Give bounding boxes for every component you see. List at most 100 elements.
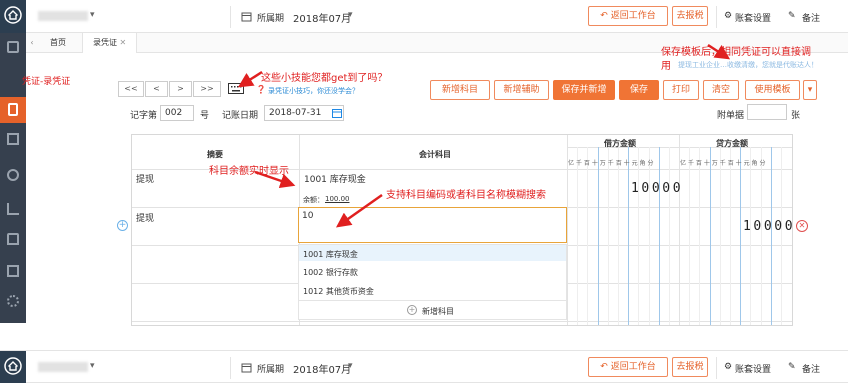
template-dropdown-icon[interactable]: ▾ xyxy=(803,80,817,100)
home-button[interactable] xyxy=(0,351,26,383)
save-button[interactable]: 保存 xyxy=(619,80,659,100)
digit-divider xyxy=(709,147,711,325)
breadcrumb: 凭证-录凭证 xyxy=(22,77,71,87)
chevron-down-icon[interactable]: ▾ xyxy=(348,10,353,20)
add-account-button[interactable]: 新增科目 xyxy=(430,80,490,100)
digit-divider xyxy=(618,147,619,325)
go-tax-button[interactable]: 去报税 xyxy=(672,357,708,377)
chevron-down-icon[interactable]: ▾ xyxy=(348,361,353,371)
back-to-workbench-button[interactable]: ↶ 返回工作台 xyxy=(588,357,668,377)
clear-button[interactable]: 清空 xyxy=(703,80,739,100)
save-and-new-button[interactable]: 保存并新增 xyxy=(553,80,615,100)
settings-icon[interactable] xyxy=(7,295,19,307)
keyboard-icon[interactable] xyxy=(228,83,244,94)
voucher-number-input[interactable]: 002 xyxy=(160,105,194,121)
add-circle-icon: + xyxy=(407,305,417,315)
attach-suffix: 张 xyxy=(791,111,801,121)
back-to-workbench-button[interactable]: ↶ 返回工作台 xyxy=(588,6,668,26)
digit-divider xyxy=(760,147,762,325)
digit-divider xyxy=(577,147,579,325)
template-annotation: 保存模板后，相同凭证可以直接调 xyxy=(661,47,811,58)
close-icon[interactable]: ✕ xyxy=(120,38,127,47)
clock-icon[interactable] xyxy=(7,169,19,181)
back-icon: ↶ xyxy=(600,11,611,21)
calendar-icon xyxy=(241,363,252,373)
dropdown-item[interactable]: 1001 库存现金 xyxy=(303,249,358,260)
wallet-icon[interactable] xyxy=(7,233,19,245)
dropdown-item[interactable]: 1012 其他货币资金 xyxy=(303,286,374,297)
row1-account[interactable]: 1001 库存现金 xyxy=(304,172,366,185)
tab-scroll-left-icon[interactable]: ‹ xyxy=(26,33,38,53)
gear-icon: ⚙ xyxy=(724,11,733,21)
tab-home[interactable]: 首页 xyxy=(40,33,76,53)
note-icon: ✎ xyxy=(788,11,796,21)
help-icon: ❓ xyxy=(256,85,266,94)
attach-label: 附单据 xyxy=(717,111,745,121)
digit-divider xyxy=(699,147,701,325)
add-aux-button[interactable]: 新增辅助 xyxy=(494,80,549,100)
account-settings-link[interactable]: 账套设置 xyxy=(735,362,771,375)
building-icon[interactable] xyxy=(7,265,19,277)
sidebar-item-voucher[interactable] xyxy=(0,97,26,123)
row2-summary[interactable]: 提现 xyxy=(136,211,154,224)
calendar-icon[interactable] xyxy=(332,108,342,118)
digit-divider xyxy=(648,147,650,325)
use-template-button[interactable]: 使用模板 xyxy=(745,80,800,100)
dashboard-icon[interactable] xyxy=(7,41,19,53)
gear-icon: ⚙ xyxy=(724,362,733,372)
period-select[interactable]: 2018年07月 xyxy=(293,10,351,25)
row1-debit[interactable]: 10000 xyxy=(631,181,683,196)
digit-divider xyxy=(770,147,772,325)
dropdown-item[interactable]: 1002 银行存款 xyxy=(303,267,358,278)
print-button[interactable]: 打印 xyxy=(663,80,699,100)
company-name-blurred xyxy=(38,362,88,372)
home-icon xyxy=(4,357,22,375)
delete-row-icon[interactable]: ✕ xyxy=(796,220,808,232)
digit-divider xyxy=(730,147,731,325)
row1-summary[interactable]: 提现 xyxy=(136,172,154,185)
period-label: 所属期 xyxy=(257,14,285,24)
number-suffix: 号 xyxy=(200,111,210,121)
digit-divider xyxy=(628,147,630,325)
go-tax-button[interactable]: 去报税 xyxy=(672,6,708,26)
digit-divider xyxy=(638,147,640,325)
add-row-icon[interactable]: + xyxy=(117,220,128,231)
row2-credit[interactable]: 10000 xyxy=(743,219,795,234)
back-icon: ↶ xyxy=(600,362,611,372)
home-button[interactable] xyxy=(0,0,26,33)
dropdown-add-account[interactable]: + 新增科目 xyxy=(299,300,566,319)
word-label: 记字第 xyxy=(130,111,158,121)
top-bar-duplicate: ▾ 所属期 2018年07月 ▾ ↶ 返回工作台 去报税 ⚙ 账套设置 ✎ 备注 xyxy=(0,350,848,383)
last-voucher-button[interactable]: >> xyxy=(193,81,221,97)
calendar-icon xyxy=(241,12,252,22)
digit-divider xyxy=(689,147,691,325)
digit-divider xyxy=(587,147,589,325)
digit-divider xyxy=(781,147,782,325)
chevron-down-icon[interactable]: ▾ xyxy=(90,361,95,371)
digit-divider xyxy=(740,147,742,325)
attachment-count-input[interactable] xyxy=(747,104,787,120)
account-search-input[interactable]: 10 xyxy=(298,207,567,243)
notes-link[interactable]: 备注 xyxy=(802,362,820,375)
row1-balance-label: 余额： xyxy=(303,196,324,204)
first-voucher-button[interactable]: << xyxy=(118,81,144,97)
period-select[interactable]: 2018年07月 xyxy=(293,361,351,376)
note-icon: ✎ xyxy=(788,362,796,372)
tips-link[interactable]: 录凭证小技巧，你还没学会？ xyxy=(268,86,359,96)
voucher-icon xyxy=(8,103,18,116)
account-dropdown: 1001 库存现金 1002 银行存款 1012 其他货币资金 + 新增科目 xyxy=(298,244,567,320)
digit-divider xyxy=(719,147,721,325)
account-header: 会计科目 xyxy=(419,150,451,159)
account-settings-link[interactable]: 账套设置 xyxy=(735,11,771,24)
chevron-down-icon[interactable]: ▾ xyxy=(90,10,95,20)
report-chart-icon[interactable] xyxy=(7,203,19,215)
next-voucher-button[interactable]: > xyxy=(169,81,192,97)
keyboard-tips-annotation: 这些小技能您都get到了吗？ xyxy=(261,73,388,84)
faint-banner-text: 提现工业企业…收缴清缴，您就是代账达人！ xyxy=(678,61,818,69)
prev-voucher-button[interactable]: < xyxy=(145,81,168,97)
tab-voucher[interactable]: 录凭证 ✕ xyxy=(82,33,138,53)
book-icon[interactable] xyxy=(7,133,19,145)
period-label: 所属期 xyxy=(257,365,285,375)
notes-link[interactable]: 备注 xyxy=(802,11,820,24)
debit-digit-labels: 亿千百十万千百十元角分 xyxy=(568,160,656,167)
